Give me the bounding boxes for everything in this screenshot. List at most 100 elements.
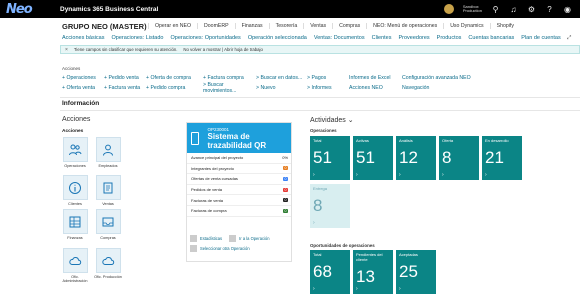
action-search-data[interactable]: > Buscar en datos... (256, 75, 307, 81)
tile-operaciones[interactable]: Operaciones (60, 137, 90, 168)
divider (60, 97, 580, 98)
count-badge: 0 (283, 176, 288, 181)
tile-compras[interactable]: Compras (93, 209, 123, 240)
app-name: Dynamics 365 Business Central (60, 5, 159, 13)
cloud-icon (69, 256, 82, 265)
gear-icon[interactable]: ⚙ (527, 5, 536, 14)
main-menu: Operar en NEO DoomERP Finanzas Tesorería… (148, 23, 520, 29)
search-icon[interactable]: ⚲ (491, 5, 500, 14)
tile-label: Ventas (102, 202, 114, 206)
info-icon (69, 181, 81, 194)
action-sales-order[interactable]: + Pedido venta (104, 75, 146, 81)
tile-clientes[interactable]: Clientes (60, 175, 90, 206)
chevron-right-icon: › (442, 172, 444, 178)
project-row[interactable]: Pedidos de venta 0 (187, 185, 291, 196)
project-row: Avance principal del proyecto 0% (187, 153, 291, 164)
project-row[interactable]: Facturas de compra 0 (187, 206, 291, 217)
action-payments[interactable]: > Pagos (307, 75, 349, 81)
subnav-link[interactable]: Operaciones: Oportunidades (170, 35, 240, 41)
menu-item[interactable]: Compras (332, 23, 366, 29)
tile-analysis[interactable]: Análisis 12 › (396, 136, 436, 180)
subnav-link[interactable]: Operaciones: Listado (112, 35, 164, 41)
action-sales-quote[interactable]: + Oferta venta (62, 85, 104, 91)
action-navigation[interactable]: Navegación (402, 85, 482, 91)
tile-accepted[interactable]: Aceptadas 25 › (396, 250, 436, 294)
actions-label: Acciones (62, 66, 81, 71)
action-purchase-order[interactable]: + Pedido compra (146, 85, 203, 91)
tile-label: Ofic. Producción (94, 275, 122, 279)
acciones-subheading: Acciones (62, 129, 84, 134)
chevron-right-icon: › (399, 286, 401, 292)
menu-item[interactable]: Shopify (489, 23, 520, 29)
bell-icon[interactable]: ♫ (509, 5, 518, 14)
tile-empleados[interactable]: Empleados (93, 137, 123, 168)
tile-finanzas[interactable]: Finanzas (60, 209, 90, 240)
tile-total-opportunities[interactable]: Total 68 › (310, 250, 350, 294)
neo-logo[interactable]: Neo (6, 2, 58, 17)
action-search-entries[interactable]: > Buscar movimientos... (203, 82, 256, 94)
user-icon[interactable]: ◉ (563, 5, 572, 14)
subnav-link[interactable]: Cuentas bancarias (468, 35, 514, 41)
action-excel-reports[interactable]: Informes de Excel (349, 75, 402, 81)
action-new-operation[interactable]: + Operaciones (62, 75, 104, 81)
action-purchase-invoice[interactable]: + Factura compra (203, 75, 256, 81)
close-icon[interactable]: × (65, 47, 68, 53)
tile-active-operations[interactable]: Activas 51 › (353, 136, 393, 180)
operations-group-title: Operaciones (310, 128, 337, 133)
chevron-down-icon: ⌄ (347, 117, 354, 124)
tile-delivery[interactable]: Entrega 8 › (310, 184, 350, 228)
tile-label: Compras (100, 236, 116, 240)
menu-item[interactable]: Uso Dynamics (443, 23, 489, 29)
action-new[interactable]: > Nuevo (256, 85, 307, 91)
menu-item[interactable]: Operar en NEO (148, 23, 197, 29)
activities-heading[interactable]: Actividades ⌄ (310, 116, 354, 124)
subnav-link[interactable]: Operación seleccionada (248, 35, 307, 41)
subnav-link[interactable]: Proveedores (398, 35, 429, 41)
project-card: OP230001 Sistema de trazabilidad QR Avan… (186, 122, 292, 262)
go-to-operation-button[interactable]: Ir a la Operación (229, 235, 269, 242)
help-icon[interactable]: ? (545, 5, 554, 14)
action-reports[interactable]: > Informes (307, 85, 349, 91)
action-advanced-config[interactable]: Configuración avanzada NEO (402, 75, 482, 81)
menu-item[interactable]: NEO: Menú de operaciones (366, 23, 443, 29)
menu-item[interactable]: Finanzas (234, 23, 269, 29)
acciones-heading[interactable]: Acciones (62, 116, 90, 123)
menu-item[interactable]: DoomERP (197, 23, 235, 29)
count-badge: 0 (283, 187, 288, 192)
tile-label: Ofic. Administración (62, 275, 88, 284)
tile-pending-client[interactable]: Pendientes del cliente 13 › (353, 250, 393, 294)
project-card-header[interactable]: OP230001 Sistema de trazabilidad QR (187, 123, 291, 153)
notification-actions[interactable]: No volver a mostrar | Abrir hoja de trab… (183, 47, 262, 52)
subnav-link[interactable]: Productos (437, 35, 462, 41)
tile-in-development[interactable]: En desarrollo 21 › (482, 136, 522, 180)
document-icon (103, 182, 113, 193)
tile-ofic-administracion[interactable]: Ofic. Administración (60, 248, 90, 283)
project-row[interactable]: Ofertas de venta cursadas 0 (187, 174, 291, 185)
tile-total-operations[interactable]: Total 51 › (310, 136, 350, 180)
select-operation-button[interactable]: Seleccionar otra Operación (190, 245, 250, 252)
subnav-link[interactable]: Acciones básicas (62, 35, 105, 41)
action-sales-invoice[interactable]: + Factura venta (104, 85, 146, 91)
project-title: Sistema de trazabilidad QR (207, 131, 267, 150)
divider (60, 110, 580, 111)
project-row[interactable]: Facturas de venta 0 (187, 195, 291, 206)
action-neo-actions[interactable]: Acciones NEO (349, 85, 402, 91)
tile-ventas[interactable]: Ventas (93, 175, 123, 206)
person-icon (103, 144, 113, 156)
statistics-button[interactable]: Estadísticas (190, 235, 222, 242)
company-name[interactable]: GRUPO NEO (MASTER) (62, 22, 147, 31)
tile-offer[interactable]: Oferta 8 › (439, 136, 479, 180)
menu-item[interactable]: Tesorería (268, 23, 304, 29)
environment-avatar-icon (443, 4, 454, 14)
tile-ofic-produccion[interactable]: Ofic. Producción (93, 248, 123, 279)
expand-icon[interactable]: ⤢ (567, 35, 571, 42)
subnav-link[interactable]: Clientes (372, 35, 392, 41)
top-bar: Neo Dynamics 365 Business Central Sandbo… (0, 0, 580, 18)
people-icon (69, 144, 82, 155)
project-row[interactable]: Integrantes del proyecto 0 (187, 164, 291, 175)
subnav-link[interactable]: Ventas: Documentos (314, 35, 365, 41)
menu-item[interactable]: Ventas (303, 23, 332, 29)
subnav-link[interactable]: Plan de cuentas (521, 35, 560, 41)
arrow-icon (229, 235, 237, 242)
action-purchase-quote[interactable]: + Oferta de compra (146, 75, 203, 81)
